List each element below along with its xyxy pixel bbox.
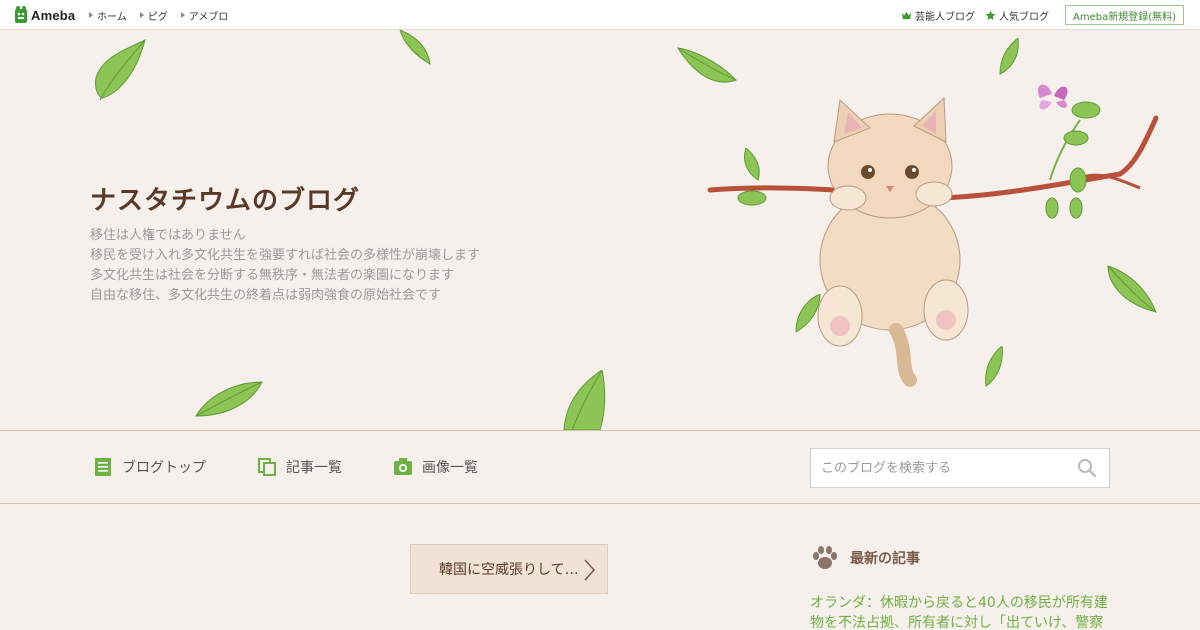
triangle-right-icon xyxy=(139,12,144,18)
celebrity-blog-link[interactable]: 芸能人ブログ xyxy=(901,8,975,23)
blog-header: ナスタチウムのブログ 移住は人権ではありません 移民を受け入れ多文化共生を強要す… xyxy=(0,30,1200,430)
article-nav-button[interactable]: 韓国に空威張りして… xyxy=(410,544,608,594)
popular-blog-link[interactable]: 人気ブログ xyxy=(985,8,1049,23)
blog-nav: ブログトップ 記事一覧 画像一覧 xyxy=(0,430,1200,504)
article-nav-label: 韓国に空威張りして… xyxy=(439,562,579,578)
topnav-ameblo-label: アメブロ xyxy=(188,11,229,23)
ameba-register-button[interactable]: Ameba新規登録(無料) xyxy=(1064,5,1184,25)
crown-icon xyxy=(901,11,912,19)
triangle-right-icon xyxy=(89,12,93,18)
topnav-home-link[interactable]: ホーム xyxy=(89,8,127,23)
blog-search-input[interactable] xyxy=(811,449,1069,487)
search-icon[interactable] xyxy=(1077,458,1097,478)
nav-image-list[interactable]: 画像一覧 xyxy=(394,457,478,477)
blog-content: 韓国に空威張りして… 最新の記事 オランダ：休暇から戻ると40人の移民が所有建物… xyxy=(0,505,1200,630)
blog-title[interactable]: ナスタチウムのブログ xyxy=(90,180,360,217)
topnav-ameblo-link[interactable]: アメブロ xyxy=(180,8,229,23)
leaf-decoration xyxy=(563,370,606,430)
nav-blog-top-label: ブログトップ xyxy=(122,460,206,476)
kitten-on-branch-illustration xyxy=(707,84,1159,387)
blog-search xyxy=(810,448,1110,488)
ameba-logo-icon xyxy=(15,6,27,23)
ameba-logo-text: Ameba xyxy=(31,7,76,23)
blog-description-line: 多文化共生は社会を分断する無秩序・無法者の楽園になります xyxy=(90,268,455,283)
nav-article-list[interactable]: 記事一覧 xyxy=(258,457,342,477)
topnav-pigg-link[interactable]: ピグ xyxy=(139,8,168,23)
top-nav: ホーム ピグ アメブロ xyxy=(89,0,241,30)
nav-image-list-label: 画像一覧 xyxy=(422,460,478,476)
paw-icon xyxy=(813,546,837,569)
camera-icon xyxy=(394,458,412,475)
leaf-decoration xyxy=(195,381,263,417)
blog-description-line: 移住は人権ではありません xyxy=(90,228,246,243)
star-icon xyxy=(985,9,996,20)
ameba-logo[interactable]: Ameba xyxy=(14,6,75,24)
popular-blog-label: 人気ブログ xyxy=(998,11,1049,23)
document-icon xyxy=(95,458,111,476)
topnav-home-label: ホーム xyxy=(97,11,127,23)
topbar-right: 芸能人ブログ 人気ブログ Ameba新規登録(無料) xyxy=(901,0,1184,30)
triangle-right-icon xyxy=(180,12,185,18)
leaf-decoration xyxy=(999,38,1019,75)
latest-articles-header: 最新の記事 xyxy=(810,545,920,571)
ameba-topbar: Ameba ホーム ピグ アメブロ 芸能人ブログ 人気ブログ Ameba新規登録… xyxy=(0,0,1200,30)
latest-article-link[interactable]: オランダ：休暇から戻ると40人の移民が所有建物を不法占拠、所有者に対し「出ていけ… xyxy=(810,593,1110,630)
latest-articles-title: 最新の記事 xyxy=(850,551,920,567)
nav-blog-top[interactable]: ブログトップ xyxy=(94,457,206,477)
leaf-decoration xyxy=(399,30,431,65)
blog-description: 移住は人権ではありません 移民を受け入れ多文化共生を強要すれば社会の多様性が崩壊… xyxy=(90,226,480,306)
celebrity-blog-label: 芸能人ブログ xyxy=(914,11,975,23)
chevron-right-icon xyxy=(584,559,595,581)
leaf-decoration xyxy=(95,39,146,101)
blog-description-line: 自由な移住、多文化共生の終着点は弱肉強食の原始社会です xyxy=(90,288,442,303)
blog-description-line: 移民を受け入れ多文化共生を強要すれば社会の多様性が崩壊します xyxy=(90,248,481,263)
nav-article-list-label: 記事一覧 xyxy=(286,460,342,476)
copy-icon xyxy=(258,458,276,476)
topnav-pigg-label: ピグ xyxy=(147,11,168,23)
